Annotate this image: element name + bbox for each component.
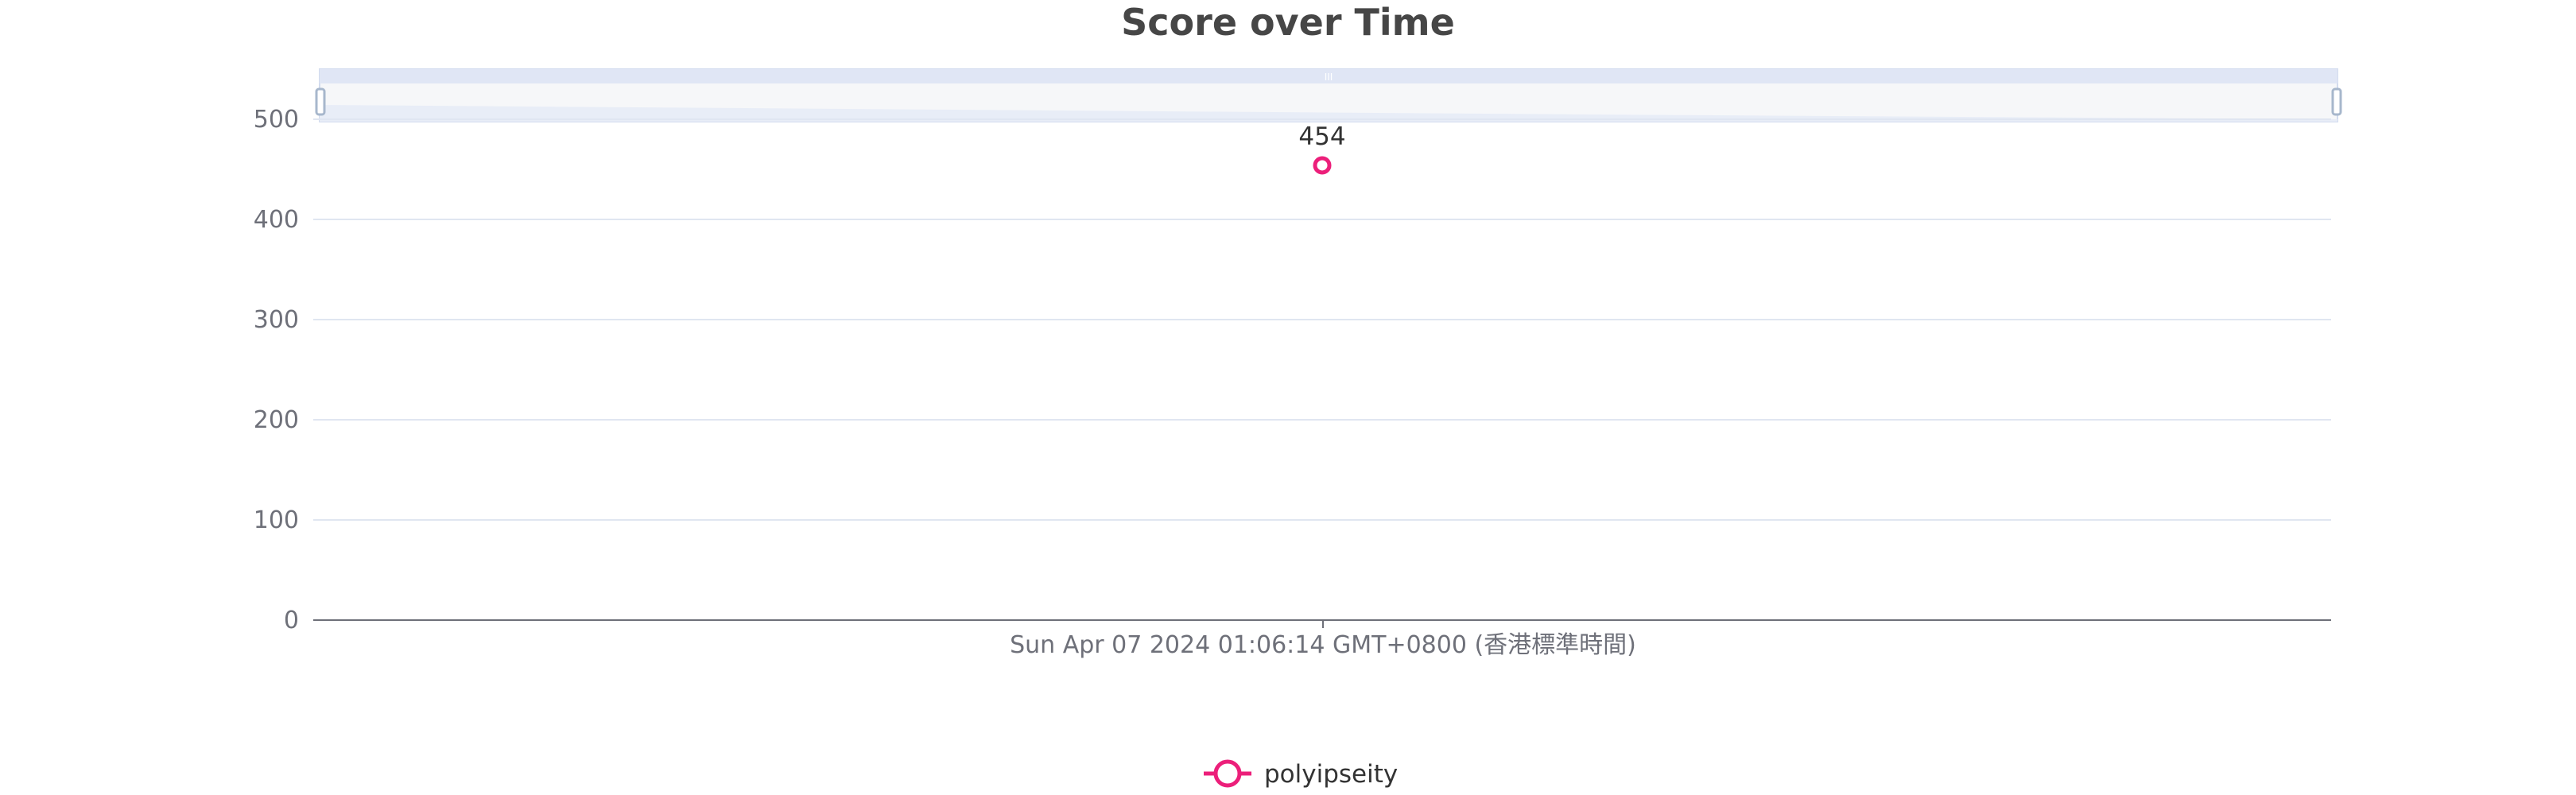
- y-axis-tick-label: 0: [284, 607, 299, 634]
- data-label: 454: [1298, 122, 1345, 151]
- line-chart: Score over Time III 0 100 200 300 400 500 Sun…: [254, 1, 2342, 789]
- data-zoom-right-handle[interactable]: [2331, 87, 2342, 116]
- y-axis-tick-label: 400: [254, 206, 299, 234]
- y-axis-tick-label: 500: [254, 106, 299, 134]
- legend-marker-icon: [1213, 759, 1242, 788]
- data-zoom-move-handle-glyph[interactable]: III: [1325, 72, 1333, 83]
- grid-lines: [313, 118, 2331, 521]
- y-axis-tick-label: 200: [254, 406, 299, 434]
- chart-title: Score over Time: [1121, 1, 1455, 44]
- legend-item-label[interactable]: polyipseity: [1264, 760, 1398, 789]
- y-axis-tick-label: 300: [254, 306, 299, 334]
- data-point[interactable]: [1313, 156, 1332, 175]
- x-axis-tick-label: Sun Apr 07 2024 01:06:14 GMT+0800 (香港標準時…: [1010, 631, 1636, 659]
- data-zoom-slider[interactable]: III: [315, 68, 2342, 122]
- legend[interactable]: polyipseity: [1204, 759, 1398, 789]
- series-layer: 454: [1298, 122, 1346, 175]
- y-axis-tick-label: 100: [254, 506, 299, 534]
- y-axis-labels: 0 100 200 300 400 500: [254, 106, 299, 634]
- data-zoom-left-handle[interactable]: [315, 87, 326, 116]
